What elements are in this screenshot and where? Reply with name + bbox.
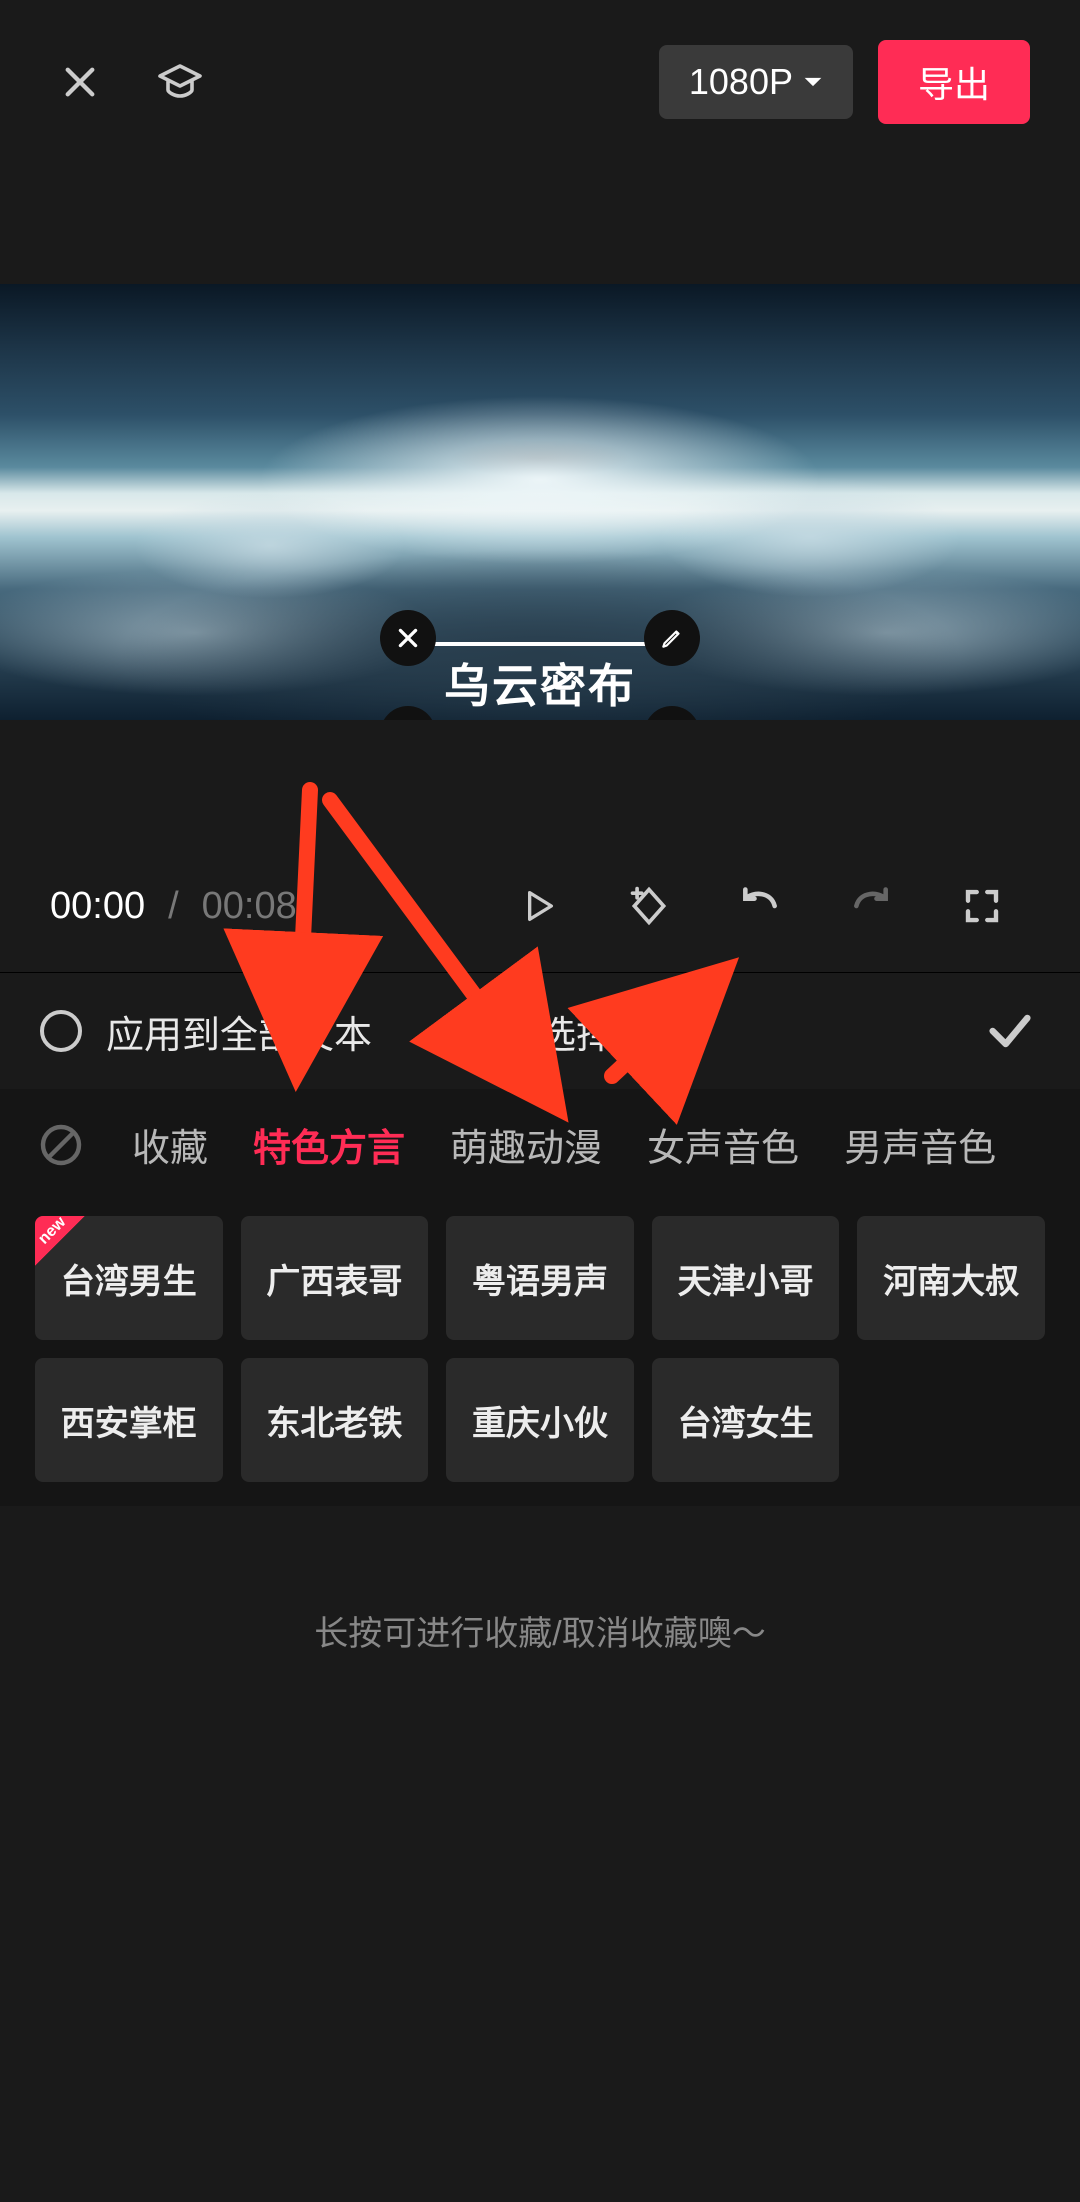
apply-all-radio[interactable]	[40, 1010, 82, 1052]
time-total: 00:08	[202, 885, 297, 928]
panel-header: 应用到全部文本 音色选择	[0, 972, 1080, 1089]
category-tab[interactable]: 特色方言	[253, 1117, 405, 1172]
playback-controls: 00:00 / 00:08	[0, 840, 1080, 972]
pencil-icon	[659, 625, 685, 651]
chevron-down-icon	[803, 72, 823, 92]
close-icon	[59, 61, 101, 103]
voice-preset-card[interactable]: 台湾女生	[652, 1358, 840, 1482]
prohibit-icon	[37, 1121, 85, 1169]
export-label: 导出	[918, 64, 990, 105]
voice-preset-grid: 台湾男生广西表哥 粤语男声 天津小哥 河南大叔西安掌柜 东北老铁 重庆小伙 台湾女生	[0, 1192, 1080, 1506]
check-icon	[984, 1005, 1036, 1057]
play-icon	[518, 886, 558, 926]
category-tab[interactable]: 女声音色	[647, 1117, 799, 1172]
fullscreen-icon	[961, 885, 1003, 927]
time-separator: /	[168, 885, 179, 928]
export-button[interactable]: 导出	[878, 40, 1030, 124]
video-preview[interactable]: 乌云密布	[0, 284, 1080, 720]
voice-preset-label: 重庆小伙	[472, 1396, 608, 1445]
text-overlay-content: 乌云密布	[410, 642, 670, 720]
voice-preset-label: 天津小哥	[678, 1254, 814, 1303]
voice-preset-card[interactable]: 广西表哥	[241, 1216, 429, 1340]
time-current: 00:00	[50, 885, 145, 928]
voice-preset-label: 东北老铁	[266, 1396, 402, 1445]
voice-preset-label: 河南大叔	[883, 1254, 1019, 1303]
category-tab[interactable]: 男声音色	[844, 1117, 996, 1172]
voice-preset-card[interactable]: 河南大叔	[857, 1216, 1045, 1340]
text-edit-handle[interactable]	[644, 610, 700, 666]
voice-preset-label: 粤语男声	[472, 1254, 608, 1303]
category-tab[interactable]: 收藏	[132, 1117, 208, 1172]
panel-title: 音色选择	[462, 1004, 614, 1059]
undo-icon	[738, 884, 782, 928]
voice-preset-card[interactable]: 东北老铁	[241, 1358, 429, 1482]
category-tab[interactable]: 萌趣动漫	[450, 1117, 602, 1172]
text-overlay-box[interactable]: 乌云密布	[410, 642, 670, 720]
none-voice-button[interactable]	[35, 1119, 87, 1171]
redo-icon	[849, 884, 893, 928]
voice-preset-card[interactable]: 重庆小伙	[446, 1358, 634, 1482]
play-button[interactable]	[502, 870, 574, 942]
undo-button[interactable]	[724, 870, 796, 942]
fullscreen-button[interactable]	[946, 870, 1018, 942]
new-badge	[35, 1216, 85, 1266]
voice-category-tabs: 收藏特色方言萌趣动漫女声音色男声音色	[0, 1089, 1080, 1192]
voice-preset-card[interactable]: 台湾男生	[35, 1216, 223, 1340]
voice-preset-label: 台湾女生	[678, 1396, 814, 1445]
redo-button[interactable]	[835, 870, 907, 942]
confirm-button[interactable]	[980, 1001, 1040, 1061]
footer-hint: 长按可进行收藏/取消收藏噢～	[0, 1606, 1080, 1655]
close-button[interactable]	[50, 52, 110, 112]
graduation-cap-icon	[156, 58, 204, 106]
apply-all-label: 应用到全部文本	[106, 1004, 372, 1059]
keyframe-button[interactable]	[613, 870, 685, 942]
text-delete-handle[interactable]	[380, 610, 436, 666]
resolution-dropdown[interactable]: 1080P	[659, 45, 853, 119]
top-toolbar: 1080P 导出	[0, 0, 1080, 164]
close-icon	[395, 625, 421, 651]
voice-preset-card[interactable]: 天津小哥	[652, 1216, 840, 1340]
diamond-plus-icon	[627, 884, 671, 928]
resolution-label: 1080P	[689, 61, 793, 103]
tutorial-button[interactable]	[150, 52, 210, 112]
voice-preset-label: 西安掌柜	[61, 1396, 197, 1445]
voice-preset-card[interactable]: 粤语男声	[446, 1216, 634, 1340]
voice-preset-label: 广西表哥	[266, 1254, 402, 1303]
voice-preset-card[interactable]: 西安掌柜	[35, 1358, 223, 1482]
